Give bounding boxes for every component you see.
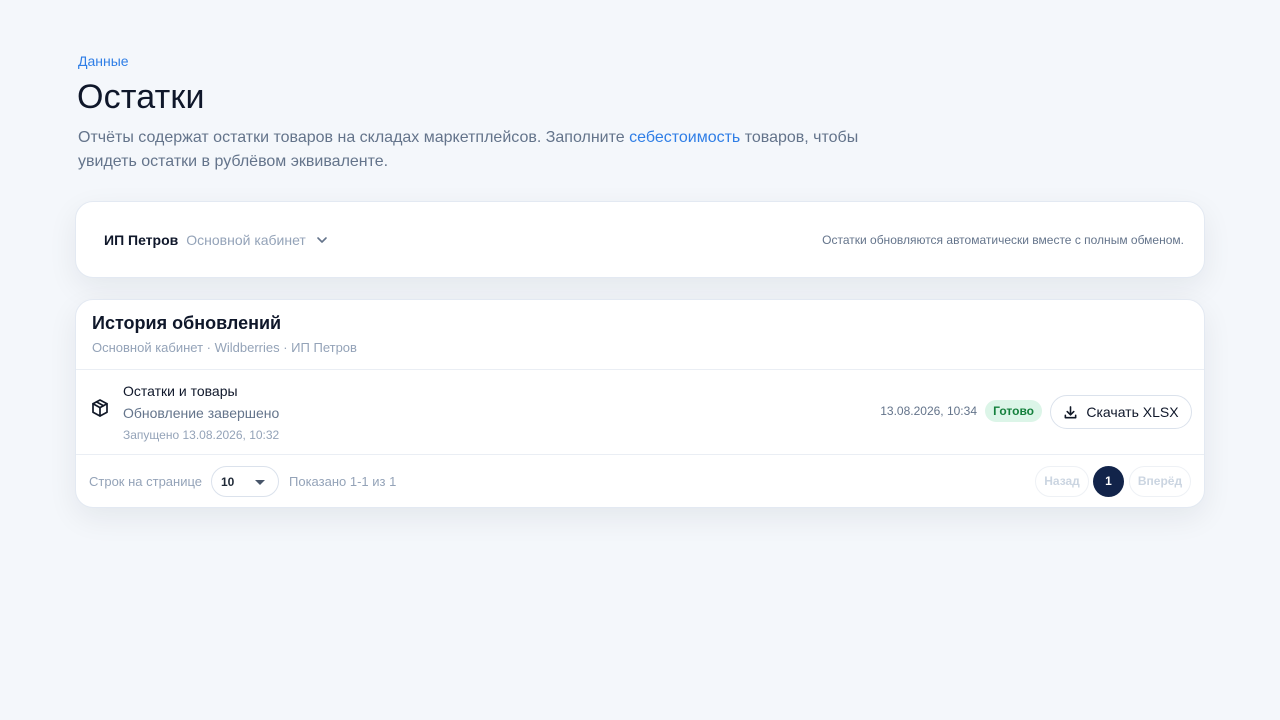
history-card: История обновлений Основной кабинет · Wi… xyxy=(75,299,1205,508)
download-xlsx-button[interactable]: Скачать XLSX xyxy=(1050,395,1192,429)
row-title: Остатки и товары xyxy=(123,383,238,399)
account-cabinet: Основной кабинет xyxy=(186,232,306,248)
row-finished-time: 13.08.2026, 10:34 xyxy=(880,404,977,418)
account-name: ИП Петров xyxy=(104,232,179,248)
shown-count: Показано 1-1 из 1 xyxy=(289,474,397,489)
status-badge: Готово xyxy=(985,400,1042,422)
account-card: ИП Петров Основной кабинет Остатки обнов… xyxy=(75,201,1205,278)
download-icon xyxy=(1063,405,1078,420)
caret-down-icon xyxy=(255,480,265,485)
account-selector[interactable]: ИП Петров Основной кабинет xyxy=(104,232,328,248)
breadcrumb-data[interactable]: Данные xyxy=(78,53,129,69)
row-status: Обновление завершено xyxy=(123,405,280,421)
next-page-button[interactable]: Вперёд xyxy=(1129,466,1191,497)
download-label: Скачать XLSX xyxy=(1086,404,1179,420)
auto-update-note: Остатки обновляются автоматически вместе… xyxy=(822,233,1184,247)
rows-per-page-label: Строк на странице xyxy=(89,474,203,489)
page-title: Остатки xyxy=(77,78,205,116)
history-row: Остатки и товары Обновление завершено За… xyxy=(76,370,1204,454)
row-started: Запущено 13.08.2026, 10:32 xyxy=(123,428,280,442)
prev-page-button[interactable]: Назад xyxy=(1035,466,1089,497)
history-header: История обновлений Основной кабинет · Wi… xyxy=(92,313,357,355)
history-subtitle: Основной кабинет · Wildberries · ИП Петр… xyxy=(92,340,357,355)
description-text-start: Отчёты содержат остатки товаров на склад… xyxy=(78,129,630,146)
history-title: История обновлений xyxy=(92,313,282,333)
pagination-footer: Строк на странице 10 Показано 1-1 из 1 Н… xyxy=(76,455,1204,507)
cost-price-link[interactable]: себестоимость xyxy=(629,129,740,146)
rows-per-page-value: 10 xyxy=(221,475,235,489)
box-icon xyxy=(90,398,110,418)
page-description: Отчёты содержат остатки товаров на склад… xyxy=(78,126,908,174)
chevron-down-icon xyxy=(316,234,328,246)
rows-per-page-select[interactable]: 10 xyxy=(211,466,279,497)
page-1-button[interactable]: 1 xyxy=(1093,466,1124,497)
